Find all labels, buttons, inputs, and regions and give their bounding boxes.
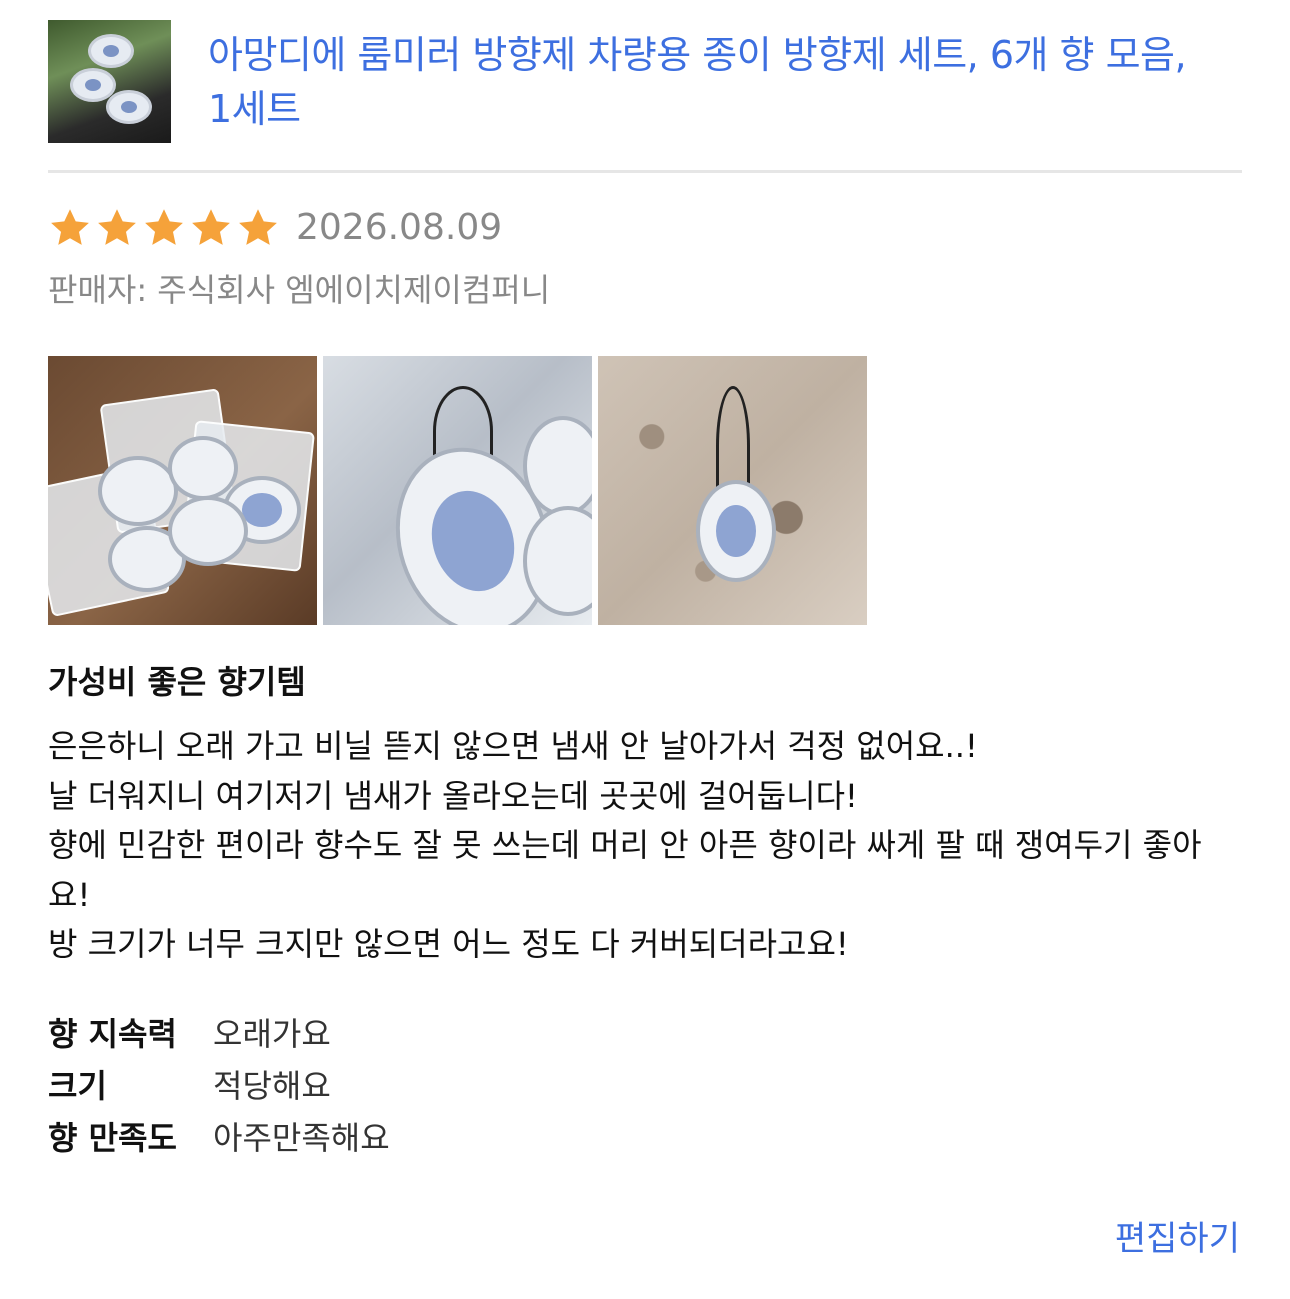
attribute-key: 향 지속력 <box>48 1015 177 1053</box>
photo-graphic <box>98 456 178 526</box>
photo-graphic <box>168 496 248 566</box>
review-body-line: 은은하니 오래 가고 비닐 뜯지 않으면 냄새 안 날아가서 걱정 없어요..! <box>48 727 978 765</box>
thumbnail-tag-graphic <box>88 34 134 68</box>
star-icon <box>98 209 136 245</box>
review-body: 은은하니 오래 가고 비닐 뜯지 않으면 냄새 안 날아가서 걱정 없어요..!… <box>48 722 1242 970</box>
star-icon <box>51 209 89 245</box>
review-headline: 가성비 좋은 향기템 <box>48 663 306 701</box>
star-rating <box>48 206 280 250</box>
edit-review-link[interactable]: 편집하기 <box>1115 1216 1240 1262</box>
seller-name: 판매자: 주식회사 엠에이치제이컴퍼니 <box>48 271 551 309</box>
review-body-line: 날 더워지니 여기저기 냄새가 올라오는데 곳곳에 걸어둡니다! <box>48 776 858 815</box>
photo-graphic <box>696 480 776 582</box>
attribute-key: 크기 <box>48 1067 107 1105</box>
product-title-link[interactable]: 아망디에 룸미러 방향제 차량용 종이 방향제 세트, 6개 향 모음, 1세트 <box>208 28 1218 136</box>
review-page: 아망디에 룸미러 방향제 차량용 종이 방향제 세트, 6개 향 모음, 1세트… <box>0 0 1290 1299</box>
photo-graphic <box>168 436 238 500</box>
attribute-key: 향 만족도 <box>48 1119 177 1157</box>
star-icon <box>192 209 230 245</box>
attribute-row: 향 지속력 오래가요 <box>48 1006 390 1058</box>
attribute-value: 아주만족해요 <box>213 1119 390 1157</box>
review-photo-1[interactable] <box>48 356 317 625</box>
attribute-row: 향 만족도 아주만족해요 <box>48 1110 390 1162</box>
product-thumbnail[interactable] <box>48 20 171 143</box>
product-header[interactable]: 아망디에 룸미러 방향제 차량용 종이 방향제 세트, 6개 향 모음, 1세트 <box>48 20 1242 144</box>
review-body-line: 방 크기가 너무 크지만 않으면 어느 정도 다 커버되더라고요! <box>48 925 849 963</box>
divider <box>48 170 1242 173</box>
review-photo-3[interactable] <box>598 356 867 625</box>
review-photos <box>48 356 867 625</box>
review-body-line: 향에 민감한 편이라 향수도 잘 못 쓰는데 머리 안 아픈 향이라 싸게 팔 … <box>48 826 1202 914</box>
review-attributes: 향 지속력 오래가요 크기 적당해요 향 만족도 아주만족해요 <box>48 1006 390 1162</box>
review-photo-2[interactable] <box>323 356 592 625</box>
attribute-value: 적당해요 <box>213 1067 331 1105</box>
attribute-row: 크기 적당해요 <box>48 1058 390 1110</box>
star-icon <box>145 209 183 245</box>
star-icon <box>239 209 277 245</box>
thumbnail-tag-graphic <box>106 90 152 124</box>
review-date: 2026.08.09 <box>296 207 503 248</box>
attribute-value: 오래가요 <box>213 1015 331 1053</box>
